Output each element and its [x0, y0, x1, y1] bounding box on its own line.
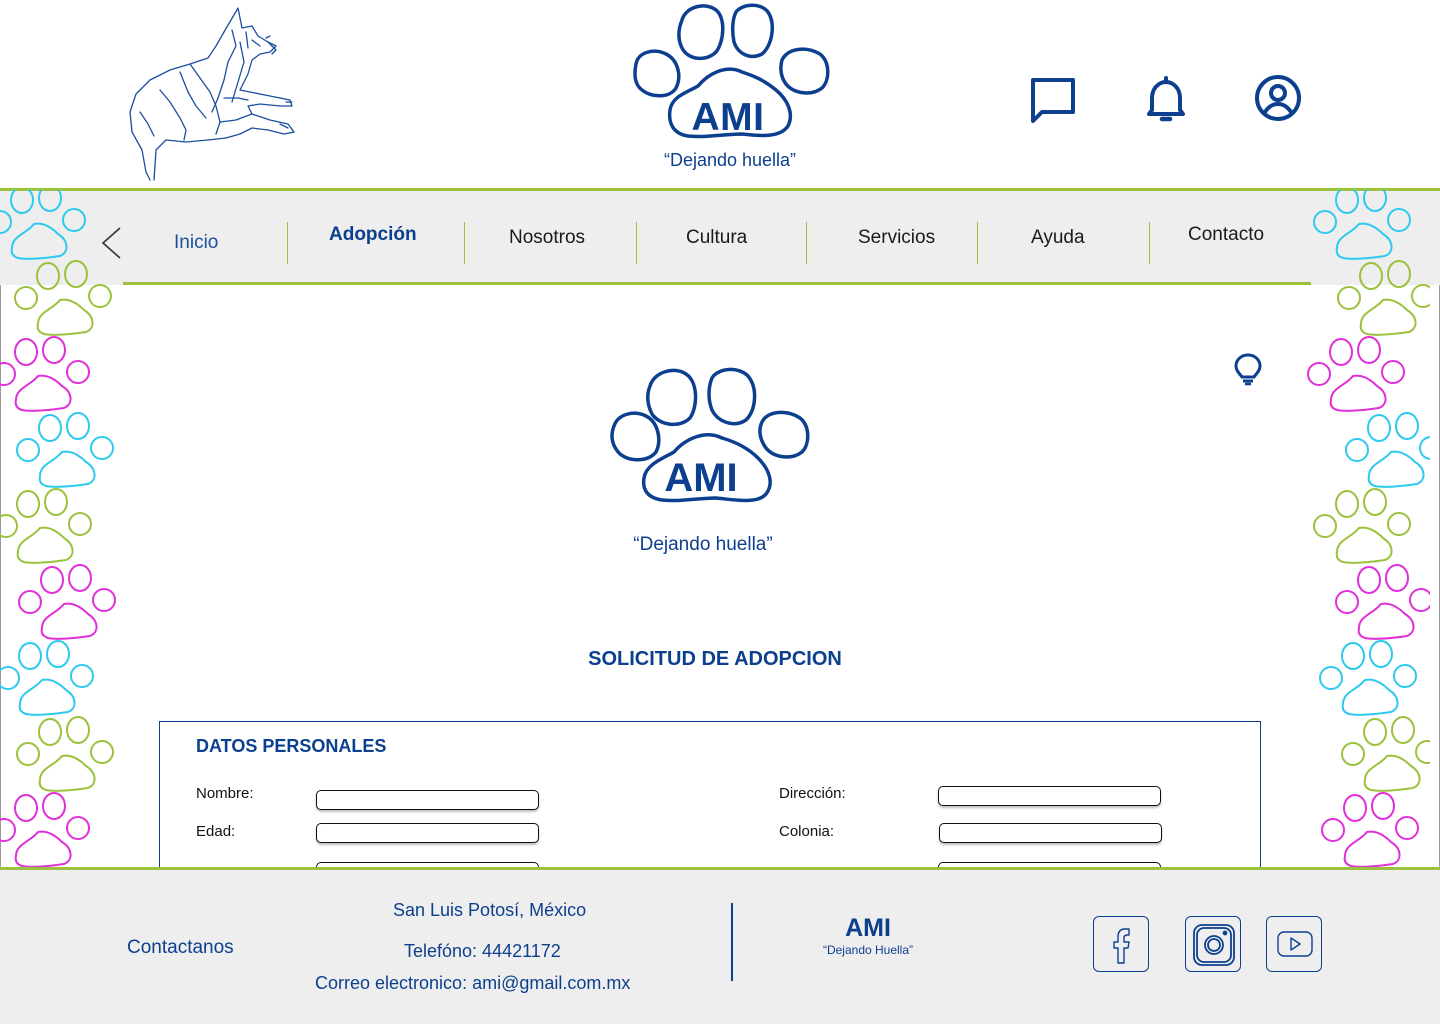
edad-label: Edad:	[196, 823, 236, 840]
user-account-icon[interactable]	[1253, 74, 1303, 124]
paw-border-left	[0, 190, 116, 868]
youtube-icon[interactable]	[1266, 916, 1322, 972]
nav-separator	[464, 222, 465, 264]
paw-print-icon	[1313, 488, 1411, 564]
paw-print-icon	[0, 488, 92, 564]
nav-separator	[1149, 222, 1150, 264]
nombre-input[interactable]	[316, 790, 539, 810]
bell-icon[interactable]	[1141, 74, 1191, 124]
footer-email[interactable]: Correo electronico: ami@gmail.com.mx	[315, 973, 630, 994]
paw-print-icon	[16, 412, 114, 488]
nav-underline	[123, 282, 1311, 285]
chat-icon[interactable]	[1028, 74, 1078, 124]
main-slogan: “Dejando huella”	[633, 534, 773, 555]
nav-separator	[806, 222, 807, 264]
personal-data-form: DATOS PERSONALES Nombre: Dirección: Edad…	[159, 721, 1261, 871]
paw-print-icon	[1313, 190, 1411, 260]
paw-print-icon	[18, 564, 116, 640]
footer-contact-heading: Contactanos	[127, 937, 234, 958]
main-brand-name: AMI	[664, 456, 738, 500]
nav-separator	[636, 222, 637, 264]
direccion-input[interactable]	[938, 786, 1161, 806]
brand-name: AMI	[691, 96, 765, 139]
footer-brand-name: AMI	[845, 914, 891, 942]
direccion-label: Dirección:	[779, 785, 846, 802]
paw-print-icon	[1307, 336, 1405, 412]
brand-logo[interactable]: AMI “Dejando huella”	[630, 2, 830, 177]
lightbulb-icon[interactable]	[1232, 352, 1264, 386]
nav-item-cultura[interactable]: Cultura	[686, 227, 747, 249]
footer-slogan: “Dejando Huella”	[822, 943, 914, 957]
header: AMI “Dejando huella”	[0, 0, 1440, 188]
footer-divider-line	[0, 867, 1440, 870]
footer-phone: Telefóno: 44421172	[404, 941, 561, 961]
paw-print-icon	[1341, 716, 1430, 792]
paw-print-icon	[0, 190, 86, 260]
dog-logo[interactable]	[120, 2, 305, 182]
nav-item-servicios[interactable]: Servicios	[858, 227, 935, 249]
nav-item-contacto[interactable]: Contacto	[1188, 224, 1264, 246]
footer-vertical-divider	[731, 903, 733, 981]
paw-border-right	[1307, 190, 1430, 868]
nav-separator	[977, 222, 978, 264]
colonia-label: Colonia:	[779, 823, 835, 840]
footer-city: San Luis Potosí, México	[393, 900, 587, 920]
chevron-left-icon[interactable]	[98, 226, 128, 260]
paw-print-icon	[1337, 260, 1430, 336]
paw-print-icon	[14, 260, 112, 336]
colonia-input[interactable]	[939, 823, 1162, 843]
nav-item-inicio[interactable]: Inicio	[174, 232, 218, 254]
paw-print-icon	[1335, 564, 1430, 640]
nombre-label: Nombre:	[196, 785, 254, 802]
paw-print-icon	[16, 716, 114, 792]
facebook-icon[interactable]	[1093, 916, 1149, 972]
paw-print-icon	[0, 792, 90, 868]
nav-item-adopcion[interactable]: Adopción	[329, 224, 417, 246]
nav-item-ayuda[interactable]: Ayuda	[1031, 227, 1085, 249]
brand-slogan: “Dejando huella”	[663, 150, 797, 170]
section-title: DATOS PERSONALES	[196, 736, 387, 756]
instagram-icon[interactable]	[1185, 916, 1241, 972]
paw-print-icon	[0, 336, 90, 412]
nav-separator	[287, 222, 288, 264]
edad-input[interactable]	[316, 823, 539, 843]
nav-item-nosotros[interactable]: Nosotros	[509, 227, 585, 249]
form-title: SOLICITUD DE ADOPCION	[588, 648, 842, 670]
paw-print-icon	[0, 640, 94, 716]
paw-print-icon	[1319, 640, 1417, 716]
paw-print-icon	[1345, 412, 1430, 488]
paw-print-icon	[1321, 792, 1419, 868]
